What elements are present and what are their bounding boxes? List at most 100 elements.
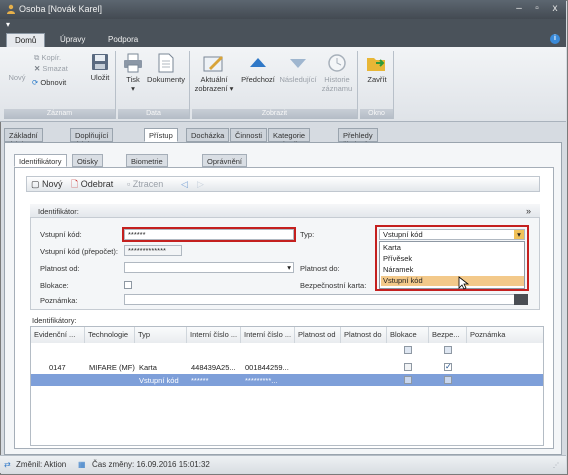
poznamka-label: Poznámka: xyxy=(40,296,78,305)
column-header-typ[interactable]: Typ xyxy=(135,327,187,343)
cell-interni-2: *********... xyxy=(245,376,278,385)
exit-folder-icon xyxy=(367,58,385,71)
ribbon-group-label-zaznam: Záznam xyxy=(4,109,115,119)
cell-interni-2: 001844259... xyxy=(245,363,289,372)
vstupni-kod-highlight xyxy=(122,227,296,242)
ribbon-tab-bar: Domů Úpravy Podpora i xyxy=(0,31,566,47)
documents-button[interactable]: Dokumenty xyxy=(146,53,186,84)
close-button[interactable]: x xyxy=(548,2,562,16)
cell-blokace-checkbox[interactable] xyxy=(404,376,412,384)
ribbon-group-label-data: Data xyxy=(118,109,189,119)
blokace-checkbox[interactable] xyxy=(124,281,132,289)
document-icon xyxy=(158,53,174,73)
platnost-od-input[interactable]: ▾ xyxy=(124,262,294,273)
forward-arrow-icon[interactable]: ▷ xyxy=(197,179,204,190)
tab-doplnujici-udaje[interactable]: Doplňující údaje xyxy=(70,128,114,149)
filter-bezpecnostni-checkbox[interactable] xyxy=(444,346,452,354)
tab-prehledy-skoleni[interactable]: Přehledy školení xyxy=(338,128,378,149)
changed-by-text: Změnil: Aktion xyxy=(16,460,67,469)
column-header-poznamka[interactable]: Poznámka xyxy=(467,327,543,343)
save-button[interactable]: Uložit xyxy=(86,53,114,82)
user-change-icon: ⇄ xyxy=(4,460,11,469)
cell-typ: Vstupní kód xyxy=(139,376,179,385)
tab-identifikatory[interactable]: Identifikátory xyxy=(14,154,67,167)
previous-button[interactable]: Předchozí xyxy=(238,53,278,84)
poznamka-input[interactable] xyxy=(124,294,528,305)
tab-dochazka[interactable]: Docházka xyxy=(186,128,230,142)
tab-otisky-prstu[interactable]: Otisky prstů xyxy=(72,154,103,175)
new-record-button[interactable]: Nový xyxy=(6,73,28,82)
poznamka-edit-button[interactable] xyxy=(514,294,528,305)
up-arrow-icon xyxy=(250,58,266,67)
ribbon: ⧉ Kopír. ✕ Smazat Nový ⟳ Obnovit Uložit … xyxy=(0,47,566,122)
remove-identifier-button[interactable]: 🗋 Odebrat xyxy=(71,179,113,190)
table-row[interactable]: 0147 MIFARE (MF) Karta 448439A25... 0018… xyxy=(31,361,543,373)
ribbon-group-data: Tisk ▾ Dokumenty Data xyxy=(118,51,190,119)
column-header-blokace[interactable]: Blokace xyxy=(387,327,429,343)
column-header-evidencni[interactable]: Evidenční ... xyxy=(31,327,85,343)
ribbon-tab-domu[interactable]: Domů xyxy=(6,33,46,47)
cell-typ: Karta xyxy=(139,363,157,372)
tab-biometrie-obliceje[interactable]: Biometrie obličeje xyxy=(126,154,168,175)
history-clock-icon xyxy=(328,54,346,72)
window-title: Osoba [Novák Karel] xyxy=(19,4,103,14)
platnost-od-label: Platnost od: xyxy=(40,264,80,273)
resize-grip-icon[interactable]: ⋰ xyxy=(553,462,559,469)
maximize-button[interactable]: ▫ xyxy=(530,2,544,16)
lost-identifier-button[interactable]: ▫ Ztracen xyxy=(127,179,163,190)
tab-pristup[interactable]: Přístup xyxy=(144,128,178,142)
typ-highlight xyxy=(375,225,529,291)
print-button[interactable]: Tisk ▾ xyxy=(122,53,144,93)
next-button[interactable]: Následující xyxy=(278,53,318,84)
ribbon-group-zobrazit: Aktuální zobrazení ▾ Předchozí Následujíc… xyxy=(192,51,358,119)
help-icon[interactable]: i xyxy=(550,34,560,44)
refresh-button[interactable]: ⟳ Obnovit xyxy=(32,78,66,88)
prepocet-label: Vstupní kód (přepočet): xyxy=(40,247,118,256)
title-bar: Osoba [Novák Karel] – ▫ x xyxy=(0,0,566,19)
quick-access-menu-icon[interactable]: ▾ xyxy=(6,20,18,30)
tab-zakladni-udaje[interactable]: Základní údaje xyxy=(4,128,43,149)
ribbon-tab-podpora[interactable]: Podpora xyxy=(100,33,146,47)
view-edit-icon xyxy=(203,56,223,72)
minimize-button[interactable]: – xyxy=(512,2,526,16)
typ-label: Typ: xyxy=(300,230,315,239)
column-header-technologie[interactable]: Technologie xyxy=(85,327,135,343)
copy-button[interactable]: ⧉ Kopír. xyxy=(34,53,61,63)
ribbon-group-label-okno: Okno xyxy=(360,109,393,119)
close-record-button[interactable]: Zavřít xyxy=(362,53,392,84)
ribbon-tab-upravy[interactable]: Úpravy xyxy=(52,33,93,47)
identifiers-toolbar: ▢ Nový 🗋 Odebrat ▫ Ztracen ◁ ▷ xyxy=(26,176,540,192)
new-document-icon: ▢ xyxy=(31,179,43,189)
filter-blokace-checkbox[interactable] xyxy=(404,346,412,354)
column-header-interni-1[interactable]: Interní číslo ... xyxy=(187,327,241,343)
grid-caption: Identifikátory: xyxy=(32,316,77,325)
delete-button[interactable]: ✕ Smazat xyxy=(34,64,68,74)
record-history-button[interactable]: Historie záznamu xyxy=(320,53,354,93)
column-header-platnost-od[interactable]: Platnost od xyxy=(295,327,341,343)
column-header-interni-2[interactable]: Interní číslo ... xyxy=(241,327,295,343)
cell-blokace-checkbox[interactable] xyxy=(404,363,412,371)
tab-cinnosti[interactable]: Činnosti xyxy=(230,128,268,142)
down-arrow-icon xyxy=(290,59,306,68)
collapse-icon[interactable]: » xyxy=(526,206,531,216)
cell-bezpecnostni-checkbox[interactable] xyxy=(444,376,452,384)
column-header-platnost-do[interactable]: Platnost do xyxy=(341,327,387,343)
add-identifier-button[interactable]: ▢ Nový xyxy=(31,179,63,190)
cell-bezpecnostni-checkbox[interactable]: ✓ xyxy=(444,363,452,371)
identifier-form-header: Identifikátor: » xyxy=(30,204,540,218)
identifier-header-label: Identifikátor: xyxy=(38,207,79,216)
bezpecnostni-karta-label: Bezpečnostní karta: xyxy=(300,281,367,290)
change-time-text: Čas změny: 16.09.2016 15:01:32 xyxy=(92,460,210,469)
tab-kategorie-stravnika[interactable]: Kategorie strávníka xyxy=(268,128,311,149)
back-arrow-icon[interactable]: ◁ xyxy=(181,179,188,190)
current-view-button[interactable]: Aktuální zobrazení ▾ xyxy=(194,53,234,93)
vstupni-kod-label: Vstupní kód: xyxy=(40,230,82,239)
prepocet-value: ************* xyxy=(124,245,182,256)
ribbon-group-zaznam: ⧉ Kopír. ✕ Smazat Nový ⟳ Obnovit Uložit … xyxy=(4,51,116,119)
ribbon-group-okno: Zavřít Okno xyxy=(360,51,394,119)
table-row-selected[interactable]: Vstupní kód ****** *********... xyxy=(31,374,543,386)
person-icon xyxy=(7,4,15,14)
column-header-bezpecnostni[interactable]: Bezpe... xyxy=(429,327,467,343)
tab-opravneni-pristupu[interactable]: Oprávnění přístupu na snímače xyxy=(202,154,248,193)
quick-access-toolbar: ▾ xyxy=(0,19,566,31)
